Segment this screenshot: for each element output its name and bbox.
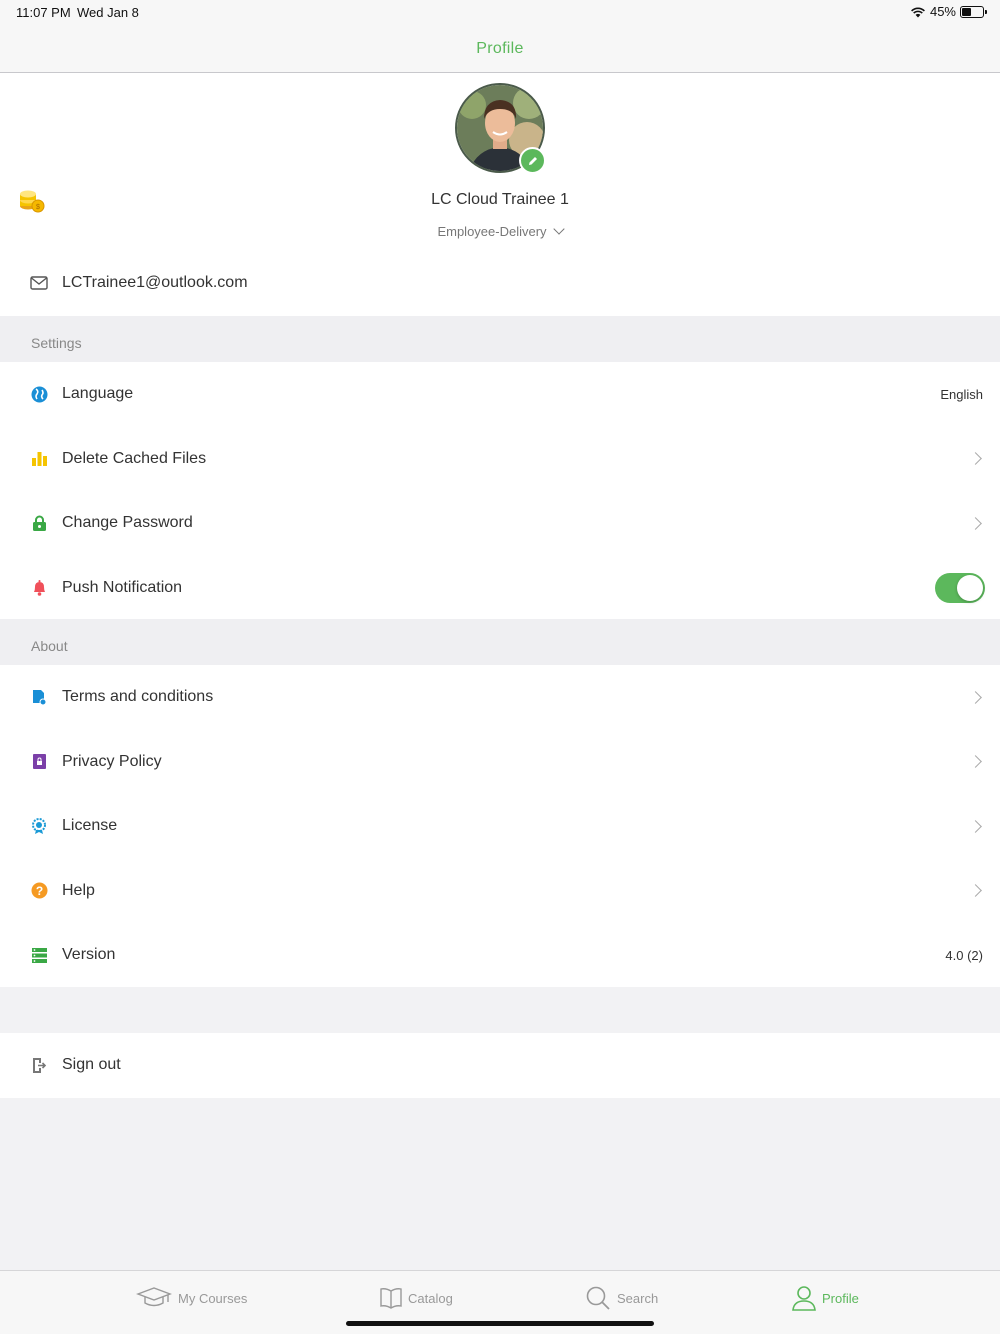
tab-catalog[interactable]: Catalog bbox=[380, 1283, 453, 1313]
change-password-label: Change Password bbox=[62, 514, 193, 532]
language-value: English bbox=[940, 386, 983, 402]
user-name: LC Cloud Trainee 1 bbox=[431, 191, 569, 208]
push-notification-row: Push Notification bbox=[0, 556, 1000, 621]
email-row: LCTrainee1@outlook.com bbox=[0, 263, 1000, 303]
battery-percent: 45% bbox=[929, 4, 956, 19]
version-value: 4.0 (2) bbox=[945, 947, 983, 963]
sign-out-row[interactable]: Sign out bbox=[0, 1033, 1000, 1098]
about-group: Terms and conditions Privacy Policy Lice… bbox=[0, 665, 1000, 987]
delete-cached-files-label: Delete Cached Files bbox=[62, 449, 207, 467]
server-icon bbox=[30, 946, 48, 964]
sign-out-icon bbox=[30, 1056, 48, 1074]
email-text: LCTrainee1@outlook.com bbox=[62, 274, 248, 291]
document-icon bbox=[30, 688, 48, 706]
privacy-icon bbox=[30, 753, 48, 771]
tab-search[interactable]: Search bbox=[585, 1283, 658, 1313]
chevron-right-icon bbox=[969, 516, 982, 530]
pencil-icon bbox=[528, 156, 537, 165]
profile-header: $ LC Cloud Trainee 1 Employee-Delivery L… bbox=[0, 73, 1000, 316]
help-icon: ? bbox=[30, 882, 48, 900]
terms-row[interactable]: Terms and conditions bbox=[0, 665, 1000, 730]
help-row[interactable]: ? Help bbox=[0, 859, 1000, 924]
chevron-right-icon bbox=[969, 690, 982, 704]
chevron-down-icon bbox=[552, 223, 565, 235]
bell-icon bbox=[30, 579, 48, 597]
status-time: 11:07 PM bbox=[16, 5, 71, 20]
push-notification-label: Push Notification bbox=[62, 578, 183, 596]
chevron-right-icon bbox=[969, 884, 982, 898]
chevron-right-icon bbox=[969, 755, 982, 769]
wifi-icon bbox=[911, 7, 925, 17]
settings-header-label: Settings bbox=[31, 335, 82, 351]
status-date: Wed Jan 8 bbox=[77, 5, 139, 20]
navigation-bar: Profile bbox=[0, 24, 1000, 73]
signout-group: Sign out bbox=[0, 1033, 1000, 1098]
terms-label: Terms and conditions bbox=[62, 688, 214, 706]
license-label: License bbox=[62, 817, 118, 835]
mail-icon bbox=[30, 276, 48, 290]
version-label: Version bbox=[62, 946, 116, 964]
tab-search-label: Search bbox=[617, 1290, 659, 1306]
edit-avatar-button[interactable] bbox=[519, 147, 546, 174]
graduation-cap-icon bbox=[136, 1287, 172, 1307]
home-indicator bbox=[346, 1321, 654, 1326]
tab-profile-label: Profile bbox=[822, 1290, 859, 1306]
svg-text:?: ? bbox=[35, 884, 42, 898]
battery-icon bbox=[960, 5, 987, 18]
tab-profile[interactable]: Profile bbox=[792, 1283, 859, 1313]
about-section-header: About bbox=[0, 619, 1000, 665]
status-bar: 11:07 PM Wed Jan 8 45% bbox=[0, 0, 1000, 24]
book-icon bbox=[380, 1288, 402, 1309]
about-header-label: About bbox=[31, 638, 68, 654]
delete-cached-files-row[interactable]: Delete Cached Files bbox=[0, 427, 1000, 492]
help-label: Help bbox=[62, 881, 95, 899]
tab-catalog-label: Catalog bbox=[408, 1290, 453, 1306]
license-row[interactable]: License bbox=[0, 794, 1000, 859]
search-icon bbox=[586, 1286, 610, 1310]
toggle-knob bbox=[957, 574, 983, 601]
lock-icon bbox=[30, 514, 48, 532]
page-title: Profile bbox=[476, 40, 524, 57]
tab-my-courses[interactable]: My Courses bbox=[136, 1283, 247, 1313]
bar-chart-icon bbox=[30, 450, 48, 468]
version-row: Version 4.0 (2) bbox=[0, 923, 1000, 988]
settings-group: Language English Delete Cached Files Cha… bbox=[0, 362, 1000, 619]
settings-section-header: Settings bbox=[0, 316, 1000, 362]
push-notification-toggle[interactable] bbox=[935, 572, 985, 603]
chevron-right-icon bbox=[969, 452, 982, 466]
chevron-right-icon bbox=[969, 819, 982, 833]
sign-out-label: Sign out bbox=[62, 1056, 121, 1074]
language-label: Language bbox=[62, 385, 134, 403]
language-row[interactable]: Language English bbox=[0, 362, 1000, 427]
person-icon bbox=[792, 1286, 816, 1311]
department-selector[interactable]: Employee-Delivery bbox=[0, 223, 1000, 239]
badge-icon bbox=[30, 817, 48, 835]
change-password-row[interactable]: Change Password bbox=[0, 491, 1000, 556]
globe-icon bbox=[30, 385, 48, 403]
department-label: Employee-Delivery bbox=[437, 224, 547, 239]
tab-my-courses-label: My Courses bbox=[178, 1290, 248, 1306]
privacy-policy-row[interactable]: Privacy Policy bbox=[0, 730, 1000, 795]
privacy-policy-label: Privacy Policy bbox=[62, 752, 162, 770]
